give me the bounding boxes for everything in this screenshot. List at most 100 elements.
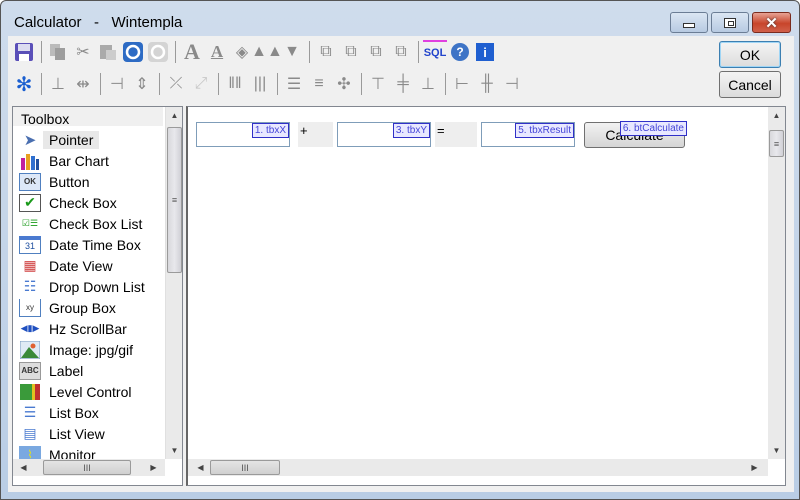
toolbar-separator (309, 41, 310, 63)
undo-icon[interactable] (121, 40, 145, 64)
pointer-icon: ➤ (23, 131, 37, 149)
tbx-result-field[interactable]: 5. tbxResult (481, 122, 575, 147)
scroll-right-icon[interactable]: ▶ (746, 459, 763, 476)
toolbox-item-check-box-list[interactable]: ☑☰ Check Box List (13, 213, 163, 234)
shirt-icon[interactable]: ▼ (280, 40, 304, 64)
space-rows-icon[interactable]: ☰ (282, 72, 306, 96)
align-right-icon[interactable]: ⊣ (500, 72, 524, 96)
bring-forward-icon[interactable]: ⧉ (364, 40, 388, 64)
minimize-button[interactable] (670, 12, 708, 33)
maximize-button[interactable] (711, 12, 749, 33)
toolbox-item-button[interactable]: OK Button (13, 171, 163, 192)
space-columns-icon[interactable]: ‖‖ (223, 72, 247, 96)
hz-scrollbar-icon: ◀▮▶ (20, 323, 40, 333)
scroll-thumb[interactable]: ≡ (769, 130, 784, 157)
align-left-icon[interactable]: ⊢ (450, 72, 474, 96)
toolbox-item-drop-down-list[interactable]: ☷ Drop Down List (13, 276, 163, 297)
plus-label[interactable]: + (298, 122, 333, 147)
save-icon[interactable] (12, 40, 36, 64)
scroll-right-icon[interactable]: ▶ (145, 459, 162, 476)
toolbox-item-label: List View (49, 425, 105, 442)
info-icon[interactable]: i (473, 40, 497, 64)
redo-icon[interactable] (146, 40, 170, 64)
bring-front-icon[interactable]: ⧉ (314, 40, 338, 64)
pencils-icon[interactable]: ▲▲ (251, 40, 283, 64)
toolbar-separator (277, 73, 278, 95)
toolbar-separator (41, 73, 42, 95)
toolbox-item-label[interactable]: ABC Label (13, 360, 163, 381)
align-top-icon[interactable]: ⊤ (366, 72, 390, 96)
cut-icon[interactable]: ✂ (71, 40, 95, 64)
center-vertical-icon[interactable]: ⊣ (105, 72, 129, 96)
toolbox-item-monitor[interactable]: ⌇ Monitor (13, 444, 163, 459)
toolbox-item-date-view[interactable]: ▦ Date View (13, 255, 163, 276)
toolbox-item-label: Drop Down List (49, 278, 145, 295)
date-view-icon: ▦ (23, 257, 37, 273)
toolbox-item-list-view[interactable]: ▤ List View (13, 423, 163, 444)
scroll-thumb[interactable]: III (210, 460, 280, 475)
scroll-left-icon[interactable]: ◀ (15, 459, 32, 476)
monitor-icon: ⌇ (19, 445, 41, 459)
check-box-list-icon: ☑☰ (21, 218, 39, 228)
scroll-up-icon[interactable]: ▲ (166, 107, 183, 124)
align-middle-icon[interactable]: ╪ (391, 72, 415, 96)
scroll-up-icon[interactable]: ▲ (768, 107, 785, 124)
canvas-horizontal-scrollbar[interactable]: ◀ III ▶ (188, 459, 768, 476)
toolbar-separator (159, 73, 160, 95)
scroll-thumb[interactable]: ≡ (167, 127, 182, 273)
tbx-y-field[interactable]: 3. tbxY (337, 122, 431, 147)
align-center-icon[interactable]: ╫ (475, 72, 499, 96)
toolbox-vertical-scrollbar[interactable]: ▲ ≡ ▼ (165, 107, 182, 459)
toolbox-item-level-control[interactable]: Level Control (13, 381, 163, 402)
space-both-icon[interactable]: ✣ (332, 72, 356, 96)
send-backward-icon[interactable]: ⧉ (389, 40, 413, 64)
toolbox-item-list-box[interactable]: ☰ List Box (13, 402, 163, 423)
toolbox-panel: Toolbox ➤ Pointer Bar Chart OK Button ✔ Che… (12, 106, 183, 486)
canvas-vertical-scrollbar[interactable]: ▲ ≡ ▼ (768, 107, 785, 459)
check-box-icon: ✔ (19, 193, 41, 212)
toolbox-item-pointer[interactable]: ➤ Pointer (13, 129, 163, 150)
help-icon[interactable]: ? (448, 40, 472, 64)
scroll-down-icon[interactable]: ▼ (768, 442, 785, 459)
send-back-icon[interactable]: ⧉ (339, 40, 363, 64)
title-bar[interactable]: Calculator - Wintempla ✕ (1, 1, 799, 37)
copy-icon[interactable] (46, 40, 70, 64)
center-horizontal-icon[interactable]: ⊥ (46, 72, 70, 96)
toolbox-header: Toolbox (13, 107, 163, 127)
label-icon: ABC (19, 361, 41, 380)
toolbox-item-check-box[interactable]: ✔ Check Box (13, 192, 163, 213)
ok-button[interactable]: OK (719, 41, 781, 68)
center-horizontal-fill-icon[interactable]: ⇹ (71, 72, 95, 96)
space-columns-equal-icon[interactable]: ||| (248, 72, 272, 96)
bar-chart-icon (19, 152, 41, 170)
control-tag: 6. btCalculate (619, 121, 687, 136)
calculate-button[interactable]: Calculate 6. btCalculate (584, 121, 687, 148)
center-vertical-fill-icon[interactable]: ⇕ (130, 72, 154, 96)
control-tag: 3. tbxY (392, 123, 430, 138)
equals-label[interactable]: = (435, 122, 477, 147)
sql-icon[interactable]: SQL (423, 40, 447, 64)
toolbox-horizontal-scrollbar[interactable]: ◀ III ▶ (13, 459, 165, 476)
tab-order-icon[interactable]: ✻ (12, 72, 36, 96)
space-rows-equal-icon[interactable]: ≡ (307, 72, 331, 96)
align-bottom-icon[interactable]: ⊥ (416, 72, 440, 96)
scroll-left-icon[interactable]: ◀ (192, 459, 209, 476)
tbx-x-field[interactable]: 1. tbxX (196, 122, 290, 147)
paste-icon[interactable] (96, 40, 120, 64)
close-button[interactable]: ✕ (752, 12, 791, 33)
toolbox-item-group-box[interactable]: xy Group Box (13, 297, 163, 318)
expand-icon[interactable]: ⤢ (189, 72, 213, 96)
toolbox-item-hz-scrollbar[interactable]: ◀▮▶ Hz ScrollBar (13, 318, 163, 339)
toolbox-item-date-time-box[interactable]: 31 Date Time Box (13, 234, 163, 255)
toolbox-item-bar-chart[interactable]: Bar Chart (13, 150, 163, 171)
toolbox-item-image[interactable]: Image: jpg/gif (13, 339, 163, 360)
font-underline-icon[interactable]: A (205, 40, 229, 64)
scroll-down-icon[interactable]: ▼ (166, 442, 183, 459)
toolbox-item-label: Pointer (43, 130, 100, 149)
cancel-button[interactable]: Cancel (719, 71, 781, 98)
list-box-icon: ☰ (23, 404, 37, 420)
shrink-icon[interactable]: ⤫ (164, 72, 188, 96)
font-icon[interactable]: A (180, 39, 204, 64)
design-canvas[interactable]: 1. tbxX + 3. tbxY = 5. tbxResult Calcula… (186, 106, 786, 486)
scroll-thumb[interactable]: III (43, 460, 131, 475)
